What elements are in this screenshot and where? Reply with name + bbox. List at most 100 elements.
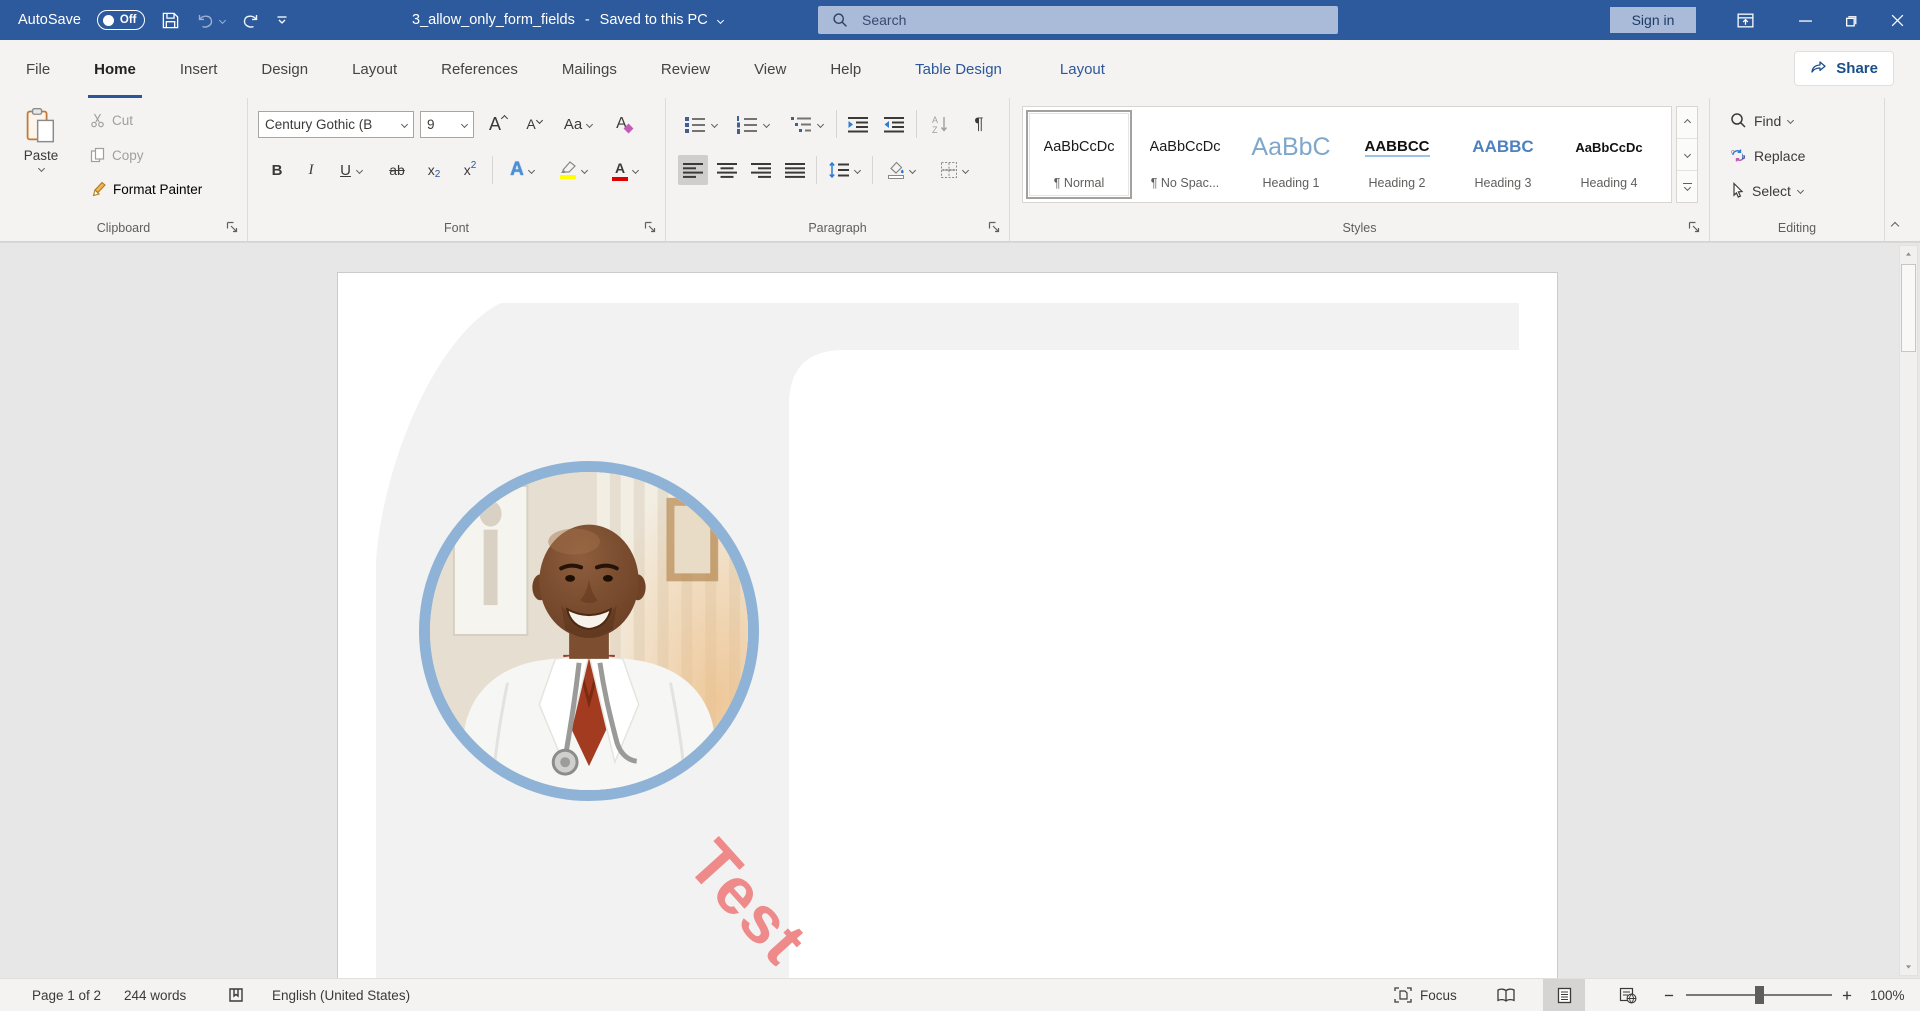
font-name-combo[interactable]: Century Gothic (B (258, 111, 414, 138)
tab-review[interactable]: Review (639, 40, 732, 98)
paragraph-dialog-launcher[interactable] (988, 221, 1000, 233)
font-dialog-launcher[interactable] (644, 221, 656, 233)
subscript-button[interactable]: x 2 (418, 155, 450, 185)
redo-button[interactable] (241, 12, 260, 29)
scrollbar-thumb[interactable] (1901, 264, 1916, 352)
page-indicator[interactable]: Page 1 of 2 (26, 979, 107, 1011)
divider (872, 156, 873, 184)
numbering-button[interactable] (728, 109, 776, 139)
tab-table-layout[interactable]: Layout (1038, 40, 1127, 98)
increase-indent-button[interactable] (878, 109, 910, 139)
doctor-photo[interactable] (419, 461, 759, 801)
zoom-slider-handle[interactable] (1755, 986, 1764, 1004)
web-layout-button[interactable] (1608, 979, 1648, 1011)
minimize-button[interactable] (1782, 0, 1828, 40)
document-area[interactable]: Test (0, 242, 1920, 978)
underline-button[interactable]: U (330, 155, 372, 185)
clipboard-dialog-launcher[interactable] (226, 221, 238, 233)
sort-button[interactable]: A Z (922, 109, 958, 139)
text-effects-button[interactable]: A (500, 155, 544, 185)
highlight-color-button[interactable] (550, 155, 596, 185)
collapse-ribbon-button[interactable] (1886, 216, 1904, 233)
bullets-button[interactable] (678, 109, 722, 139)
bold-button[interactable]: B (262, 155, 292, 185)
ribbon-display-options-button[interactable] (1722, 0, 1768, 40)
zoom-slider-track[interactable] (1686, 994, 1832, 996)
word-count[interactable]: 244 words (118, 979, 192, 1011)
font-color-button[interactable]: A (602, 155, 648, 185)
tab-design[interactable]: Design (239, 40, 330, 98)
proofing-status-button[interactable] (220, 979, 252, 1011)
shrink-font-button[interactable]: A (518, 109, 550, 139)
align-left-icon (682, 162, 704, 179)
shading-button[interactable] (878, 155, 924, 185)
autosave-toggle[interactable]: Off (97, 10, 145, 30)
close-button[interactable] (1874, 0, 1920, 40)
restore-button[interactable] (1828, 0, 1874, 40)
document-page[interactable]: Test (337, 272, 1558, 978)
print-layout-icon (1557, 987, 1572, 1004)
cut-button[interactable]: Cut (84, 112, 139, 129)
undo-button[interactable] (196, 12, 225, 29)
borders-button[interactable] (930, 155, 978, 185)
strikethrough-button[interactable]: ab (380, 155, 414, 185)
style-normal[interactable]: AaBbCcDc ¶ Normal (1026, 110, 1132, 199)
focus-mode-button[interactable]: Focus (1388, 979, 1463, 1011)
tab-insert[interactable]: Insert (158, 40, 240, 98)
justify-button[interactable] (780, 155, 810, 185)
clear-formatting-button[interactable]: A (606, 109, 642, 139)
tab-layout[interactable]: Layout (330, 40, 419, 98)
line-spacing-button[interactable] (822, 155, 866, 185)
print-layout-button[interactable] (1543, 979, 1585, 1011)
align-right-button[interactable] (746, 155, 776, 185)
replace-button[interactable]: b c Replace (1724, 146, 1811, 165)
style-no-spacing[interactable]: AaBbCcDc ¶ No Spac... (1132, 110, 1238, 199)
zoom-level[interactable]: 100% (1864, 979, 1911, 1011)
align-left-button[interactable] (678, 155, 708, 185)
read-mode-button[interactable] (1486, 979, 1526, 1011)
document-title[interactable]: 3_allow_only_form_fields - Saved to this… (412, 0, 723, 40)
search-input[interactable] (860, 11, 1328, 29)
italic-button[interactable]: I (296, 155, 326, 185)
multilevel-list-button[interactable] (782, 109, 830, 139)
change-case-button[interactable]: Aa (556, 109, 600, 139)
superscript-button[interactable]: x 2 (454, 155, 486, 185)
styles-gallery-more-button[interactable] (1677, 171, 1697, 202)
tab-help[interactable]: Help (808, 40, 883, 98)
zoom-in-button[interactable] (1836, 979, 1858, 1011)
search-box[interactable] (818, 6, 1338, 34)
grow-font-button[interactable]: A (482, 109, 514, 139)
language-indicator[interactable]: English (United States) (266, 979, 416, 1011)
styles-scroll-down-button[interactable] (1677, 139, 1697, 171)
zoom-out-button[interactable] (1658, 979, 1680, 1011)
decrease-indent-button[interactable] (842, 109, 874, 139)
show-formatting-button[interactable]: ¶ (964, 109, 994, 139)
style-heading-4[interactable]: AaBbCcDc Heading 4 (1556, 110, 1662, 199)
tab-view[interactable]: View (732, 40, 808, 98)
highlighter-icon (560, 161, 577, 179)
style-heading-2[interactable]: AABBCC Heading 2 (1344, 110, 1450, 199)
tab-file[interactable]: File (4, 40, 72, 98)
align-center-button[interactable] (712, 155, 742, 185)
styles-dialog-launcher[interactable] (1688, 221, 1700, 233)
sign-in-button[interactable]: Sign in (1610, 7, 1696, 33)
scroll-down-button[interactable] (1900, 959, 1917, 975)
select-button[interactable]: Select (1724, 181, 1809, 200)
scroll-up-button[interactable] (1900, 246, 1917, 262)
style-heading-3[interactable]: AABBC Heading 3 (1450, 110, 1556, 199)
copy-button[interactable]: Copy (84, 146, 150, 164)
tab-mailings[interactable]: Mailings (540, 40, 639, 98)
vertical-scrollbar[interactable] (1899, 245, 1918, 976)
style-heading-1[interactable]: AaBbC Heading 1 (1238, 110, 1344, 199)
save-button[interactable] (161, 11, 180, 30)
tab-references[interactable]: References (419, 40, 540, 98)
format-painter-button[interactable]: Format Painter (84, 180, 208, 198)
font-size-combo[interactable]: 9 (420, 111, 474, 138)
find-button[interactable]: Find (1724, 111, 1799, 130)
paste-button[interactable]: Paste (12, 106, 70, 212)
tab-table-design[interactable]: Table Design (893, 40, 1024, 98)
quick-access-toolbar-button[interactable] (276, 14, 288, 26)
tab-home[interactable]: Home (72, 40, 158, 98)
styles-scroll-up-button[interactable] (1677, 107, 1697, 139)
share-button[interactable]: Share (1794, 51, 1894, 86)
